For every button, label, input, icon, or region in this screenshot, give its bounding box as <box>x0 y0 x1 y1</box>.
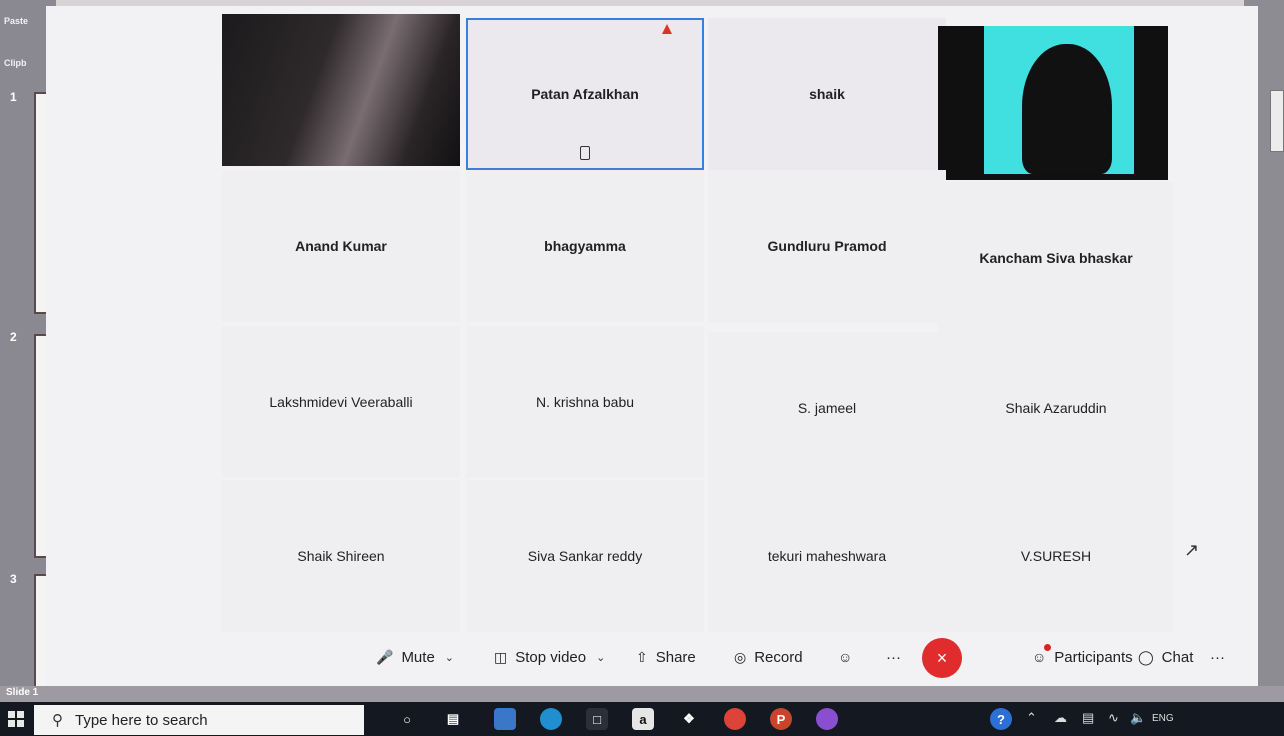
record-icon: ◎ <box>734 648 747 665</box>
taskbar-search[interactable]: ⚲ <box>34 705 364 735</box>
language-indicator[interactable]: ENG <box>1152 713 1174 724</box>
participants-button[interactable]: ☺ Participants <box>1032 642 1133 672</box>
store-icon[interactable]: □ <box>586 708 608 730</box>
participant-name: N. krishna babu <box>535 394 635 410</box>
participant-name: Shaik Shireen <box>297 548 385 564</box>
participant-name: V.SURESH <box>1020 548 1092 564</box>
close-icon: × <box>936 647 948 668</box>
participant-name: shaik <box>809 86 845 102</box>
participant-name: Siva Sankar reddy <box>527 548 643 564</box>
participant-name: Gundluru Pramod <box>767 238 887 254</box>
participant-tile-video[interactable] <box>222 14 460 166</box>
stop-video-button[interactable]: ◫ Stop video ⌄ <box>494 642 605 672</box>
participant-gallery: Patan Afzalkhan shaik Anand Kumar bhagya… <box>222 14 1174 632</box>
browser-icon[interactable] <box>816 708 838 730</box>
participant-name: Patan Afzalkhan <box>531 86 639 102</box>
smiley-icon: ☺ <box>838 649 853 665</box>
amazon-icon[interactable]: a <box>632 708 654 730</box>
cortana-icon[interactable]: ○ <box>396 708 418 730</box>
meeting-window: Patan Afzalkhan shaik Anand Kumar bhagya… <box>46 6 1258 700</box>
onedrive-icon[interactable]: ☁ <box>1054 710 1067 726</box>
chevron-up-icon[interactable]: ⌃ <box>1026 710 1037 726</box>
participant-tile[interactable]: S. jameel <box>708 332 946 484</box>
participant-tile[interactable]: Shaik Azaruddin <box>938 332 1174 484</box>
powerpoint-icon[interactable]: P <box>770 708 792 730</box>
participant-tile[interactable]: V.SURESH <box>938 480 1174 632</box>
participant-tile[interactable]: Gundluru Pramod <box>708 170 946 322</box>
task-view-icon[interactable]: ▤ <box>442 708 464 730</box>
participant-name: Kancham Siva bhaskar <box>979 250 1133 266</box>
more-menu-button[interactable]: ··· <box>1210 642 1225 672</box>
mute-label: Mute <box>401 648 435 666</box>
mouse-pointer-icon: ↗ <box>1184 540 1200 560</box>
slide-indicator: Slide 1 <box>6 687 39 698</box>
share-label: Share <box>655 648 696 666</box>
participant-tile[interactable]: shaik <box>708 18 946 170</box>
search-icon: ⚲ <box>52 712 63 729</box>
chrome-icon[interactable] <box>724 708 746 730</box>
mute-button[interactable]: 🎤 Mute ⌄ <box>376 642 454 672</box>
share-button[interactable]: ⇧ Share <box>636 642 696 672</box>
participant-name: Lakshmidevi Veeraballi <box>269 394 413 410</box>
reactions-button[interactable]: ☺ <box>838 642 860 672</box>
dropbox-icon[interactable]: ❖ <box>678 708 700 730</box>
scrollbar-thumb[interactable] <box>1270 90 1284 152</box>
end-meeting-button[interactable]: × <box>922 638 962 678</box>
participant-tile[interactable]: Anand Kumar <box>222 170 460 322</box>
slide-number-2: 2 <box>10 330 17 344</box>
more-options-button[interactable]: ··· <box>886 642 901 672</box>
participant-tile[interactable]: Lakshmidevi Veeraballi <box>222 326 460 478</box>
windows-taskbar: ⚲ ○ ▤ □ a ❖ P ? ⌃ ☁ ▤ ∿ 🔈 ENG <box>0 702 1284 736</box>
chevron-down-icon[interactable]: ⌄ <box>445 651 454 664</box>
more-label: ··· <box>1210 648 1225 666</box>
participant-tile[interactable]: tekuri maheshwara <box>708 480 946 632</box>
phone-icon <box>580 146 590 160</box>
volume-icon[interactable]: 🔈 <box>1130 710 1146 726</box>
search-input[interactable] <box>73 710 337 730</box>
wifi-icon[interactable]: ∿ <box>1108 710 1119 726</box>
notification-dot <box>1044 644 1051 651</box>
participant-name: Anand Kumar <box>295 238 387 254</box>
participants-label: Participants <box>1054 648 1133 666</box>
alert-triangle-icon <box>662 24 672 34</box>
participant-tile[interactable]: bhagyamma <box>466 170 704 322</box>
ppt-status-bar: Slide 1 <box>0 686 1284 702</box>
chevron-down-icon[interactable]: ⌄ <box>596 651 605 664</box>
chat-button[interactable]: ◯ Chat <box>1138 642 1193 672</box>
slide-number-3: 3 <box>10 572 17 586</box>
participant-name: tekuri maheshwara <box>767 548 887 564</box>
participant-tile-video[interactable] <box>938 26 1168 180</box>
help-icon[interactable]: ? <box>990 708 1012 730</box>
edge-icon[interactable] <box>540 708 562 730</box>
slide-number-1: 1 <box>10 90 17 104</box>
microphone-icon: 🎤 <box>376 648 394 665</box>
paste-label[interactable]: Paste <box>4 16 28 26</box>
participant-name: Shaik Azaruddin <box>1005 400 1107 416</box>
stop-video-label: Stop video <box>515 648 587 666</box>
video-silhouette <box>1022 44 1112 174</box>
chat-icon: ◯ <box>1138 648 1154 665</box>
participant-tile[interactable]: N. krishna babu <box>466 326 704 478</box>
windows-start-icon[interactable] <box>8 711 24 727</box>
participants-icon: ☺ <box>1032 649 1047 665</box>
more-label: ··· <box>886 648 901 666</box>
participant-tile[interactable]: Kancham Siva bhaskar <box>938 182 1174 334</box>
camera-icon: ◫ <box>494 648 508 665</box>
record-label: Record <box>754 648 803 666</box>
clipboard-label: Clipb <box>4 58 27 68</box>
meeting-toolbar: 🎤 Mute ⌄ ◫ Stop video ⌄ ⇧ Share ◎ Record… <box>46 634 1258 694</box>
record-button[interactable]: ◎ Record <box>734 642 803 672</box>
network-icon[interactable]: ▤ <box>1082 710 1094 726</box>
file-explorer-icon[interactable] <box>494 708 516 730</box>
participant-name: S. jameel <box>797 400 857 416</box>
participant-tile[interactable]: Siva Sankar reddy <box>466 480 704 632</box>
participant-tile[interactable]: Shaik Shireen <box>222 480 460 632</box>
share-icon: ⇧ <box>636 648 648 665</box>
chat-label: Chat <box>1161 648 1194 666</box>
participant-name: bhagyamma <box>544 238 626 254</box>
participant-tile-active-speaker[interactable]: Patan Afzalkhan <box>466 18 704 170</box>
